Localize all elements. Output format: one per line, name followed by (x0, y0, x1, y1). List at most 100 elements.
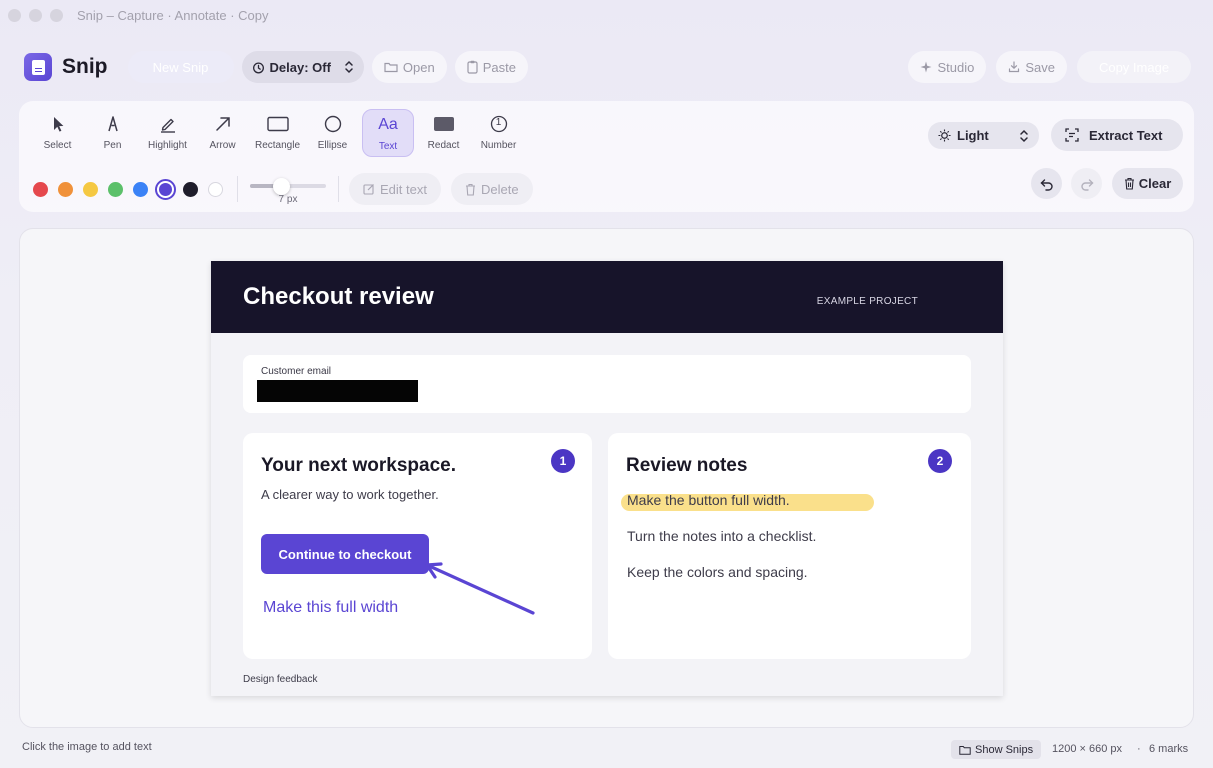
studio-button[interactable]: Studio (908, 51, 987, 83)
color-swatch-blue[interactable] (133, 181, 148, 197)
show-snips-label: Show Snips (975, 743, 1034, 756)
slider-thumb[interactable] (273, 178, 291, 195)
highlighter-icon (160, 118, 175, 133)
tool-select[interactable]: Select (30, 109, 85, 157)
theme-label: Light (957, 128, 989, 143)
tool-label: Text (378, 141, 398, 152)
copy-image-label: Copy Image (1098, 59, 1170, 75)
screenshot-header: Checkout review EXAMPLE PROJECT (211, 261, 1003, 333)
tool-rectangle[interactable]: Rectangle (250, 109, 305, 157)
text-annotation[interactable]: Make this full width (263, 599, 398, 617)
screenshot-title: Checkout review (243, 283, 434, 310)
tool-label: Select (43, 140, 72, 151)
stroke-width-value: 7 px (278, 194, 298, 205)
number-icon-digit: 1 (495, 117, 502, 128)
clear-label: Clear (1138, 176, 1172, 191)
delete-button[interactable]: Delete (450, 173, 533, 205)
workspace-subtitle: A clearer way to work together. (261, 487, 439, 502)
color-palette: 7 px Edit text Delete (33, 173, 533, 205)
tool-number[interactable]: 1 Number (471, 109, 526, 157)
color-swatch-purple-selected[interactable] (155, 178, 176, 200)
color-swatch-green[interactable] (108, 181, 123, 197)
extract-text-button[interactable]: Extract Text (1051, 119, 1183, 151)
tool-label: Redact (427, 140, 460, 151)
tool-pen[interactable]: Pen (85, 109, 140, 157)
ellipse-icon (324, 115, 341, 133)
chevron-updown-icon (1020, 129, 1028, 142)
redaction-box[interactable] (257, 380, 418, 402)
paste-button[interactable]: Paste (454, 51, 528, 83)
edit-icon (363, 184, 374, 195)
number-marker-1[interactable]: 1 (551, 449, 575, 473)
captured-screenshot[interactable]: Checkout review EXAMPLE PROJECT Customer… (211, 261, 1003, 696)
tool-label: Arrow (209, 140, 236, 151)
copy-image-button[interactable]: Copy Image (1077, 51, 1191, 83)
tool-label: Rectangle (254, 140, 301, 151)
tool-label: Ellipse (317, 140, 348, 151)
redact-icon (433, 117, 454, 131)
pen-icon (107, 116, 118, 132)
tool-label: Number (480, 140, 517, 151)
design-feedback-label: Design feedback (243, 674, 318, 685)
trash-icon (465, 183, 475, 196)
color-swatch-red[interactable] (33, 181, 48, 197)
tool-text[interactable]: Aa Text (362, 109, 414, 157)
arrow-icon (215, 117, 230, 131)
close-window-button[interactable] (8, 8, 21, 22)
email-card: Customer email (243, 355, 971, 413)
zoom-window-button[interactable] (50, 8, 63, 22)
review-note: Keep the colors and spacing. (627, 564, 808, 580)
theme-select[interactable]: Light (928, 122, 1039, 149)
toolbar-divider (338, 176, 339, 202)
review-note: Turn the notes into a checklist. (627, 528, 817, 544)
review-notes-title: Review notes (626, 455, 748, 476)
show-snips-button[interactable]: Show Snips (951, 740, 1042, 759)
open-label: Open (402, 59, 435, 75)
stroke-width-slider[interactable]: 7 px (248, 174, 328, 205)
scan-text-icon (1065, 128, 1079, 142)
review-note: Make the button full width. (627, 492, 790, 508)
window-title: Snip – Capture · Annotate · Copy (77, 7, 269, 23)
top-toolbar: Snip New Snip Delay: Off Open Paste Stud… (24, 50, 1191, 84)
sun-icon (938, 129, 951, 142)
redo-button[interactable] (1071, 168, 1102, 199)
marks-count: 6 marks (1149, 743, 1189, 755)
delete-label: Delete (480, 181, 519, 197)
tool-highlight[interactable]: Highlight (140, 109, 195, 157)
chevron-updown-icon (345, 60, 353, 74)
annotation-canvas[interactable]: Checkout review EXAMPLE PROJECT Customer… (19, 228, 1194, 728)
new-snip-label: New Snip (152, 59, 209, 75)
review-notes-card: Review notes 2 Make the button full widt… (608, 433, 971, 659)
color-swatch-orange[interactable] (58, 181, 73, 197)
clear-button[interactable]: Clear (1112, 168, 1183, 199)
new-snip-button[interactable]: New Snip (127, 51, 234, 83)
arrow-annotation[interactable] (413, 558, 553, 628)
tool-arrow[interactable]: Arrow (195, 109, 250, 157)
tool-label: Highlight (148, 140, 187, 151)
workspace-title: Your next workspace. (261, 455, 456, 476)
status-hint: Click the image to add text (22, 741, 152, 753)
color-swatch-white[interactable] (208, 181, 223, 197)
edit-text-button[interactable]: Edit text (349, 173, 441, 205)
extract-text-label: Extract Text (1089, 127, 1163, 143)
redo-icon (1080, 178, 1093, 191)
workspace-card: Your next workspace. 1 A clearer way to … (243, 433, 592, 659)
undo-button[interactable] (1031, 168, 1062, 199)
window-controls (8, 8, 63, 22)
color-swatch-yellow[interactable] (83, 181, 98, 197)
save-button[interactable]: Save (996, 51, 1067, 83)
minimize-window-button[interactable] (29, 8, 42, 22)
timer-icon (252, 61, 264, 73)
email-label: Customer email (261, 366, 332, 377)
folder-icon (384, 62, 398, 73)
color-swatch-black[interactable] (183, 181, 198, 197)
tool-ellipse[interactable]: Ellipse (305, 109, 360, 157)
delay-select[interactable]: Delay: Off (241, 51, 364, 83)
rectangle-icon (266, 116, 289, 132)
open-button[interactable]: Open (371, 51, 447, 83)
edit-text-label: Edit text (380, 181, 427, 197)
sparkle-icon (920, 61, 932, 73)
tool-redact[interactable]: Redact (416, 109, 471, 157)
trash-icon (1124, 177, 1134, 190)
number-marker-2[interactable]: 2 (928, 449, 952, 473)
